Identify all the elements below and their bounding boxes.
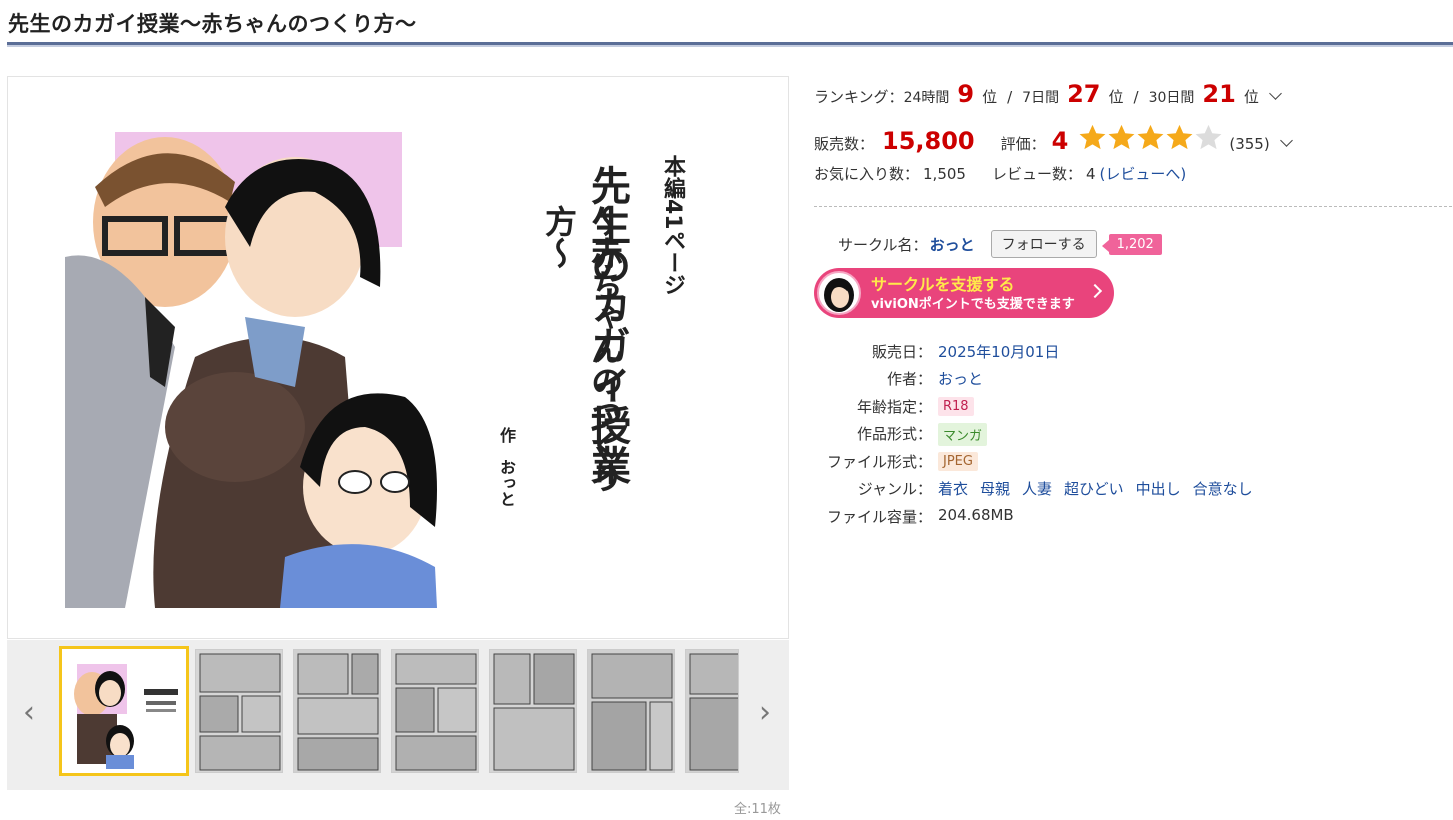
release-date-link[interactable]: 2025年10月01日 [938,341,1059,362]
follow-button[interactable]: フォローする [990,230,1097,258]
sales-label: 販売数： [814,135,875,153]
spec-label: 年齢指定： [856,398,932,416]
genre-list: 着衣 母親 人妻 超ひどい 中出し 合意なし [938,478,1265,499]
thumbnail-page[interactable] [195,649,283,773]
circle-label: サークル名： [838,235,928,254]
ranking-label: ランキング： [814,88,904,106]
star-filled-icon [1108,124,1135,150]
favorites-reviews-row: お気に入り数： 1,505 レビュー数： 4 ( レビューへ ) [814,163,1186,184]
spec-label: ファイル形式： [826,453,932,471]
work-format-tag[interactable]: マンガ [938,423,988,446]
chevron-right-icon [1087,283,1103,299]
chevron-right-icon[interactable]: › [753,698,777,728]
spec-age-rating: 年齢指定： R18 [800,396,1440,420]
cover-subtitle: 〜赤ちゃんのつくり方〜 [540,205,624,493]
star-filled-icon [1079,124,1106,150]
spec-file-size: ファイル容量： 204.68MB [800,506,1440,530]
thumbnail-page[interactable] [293,649,381,773]
spec-label: ファイル容量： [826,508,932,526]
sales-value: 15,800 [882,127,975,155]
ranking-30d-unit: 位 [1243,88,1259,106]
spec-label: ジャンル： [857,480,932,498]
ranking-7d-value: 27 [1067,80,1101,108]
genre-link[interactable]: 人妻 [1022,480,1052,498]
spec-label: 販売日： [871,343,932,361]
spec-work-format: 作品形式： マンガ [800,423,1440,447]
chevron-down-icon[interactable] [1279,134,1293,147]
favorites-label: お気に入り数： [814,165,920,183]
spec-file-format: ファイル形式： JPEG [800,451,1440,475]
support-title: サークルを支援する [871,275,1015,294]
star-empty-icon [1195,124,1222,150]
support-circle-button[interactable]: サークルを支援する viviONポイントでも支援できます [814,268,1114,318]
ranking-separator: / [1133,88,1139,106]
chevron-down-icon[interactable] [1268,87,1282,100]
manga-page-image [392,650,478,772]
spec-author: 作者： おっと [800,368,1440,392]
cover-page-count: 本編41ページ [660,155,685,296]
thumbnail-carousel: ‹ › [7,640,789,790]
genre-link[interactable]: 母親 [980,480,1010,498]
ranking-30d-label: 30日間 [1148,90,1195,106]
spec-label: 作者： [886,370,932,388]
circle-avatar [817,271,861,315]
file-size-value: 204.68MB [938,506,1014,524]
chevron-left-icon[interactable]: ‹ [17,698,41,728]
sales-rating-row: 販売数： 15,800 評価： 4 (355) [814,120,1293,155]
ranking-24h-unit: 位 [982,88,998,106]
author-link[interactable]: おっと [938,368,983,389]
cover-author: 作 おっと [497,427,516,507]
thumbnail-cover[interactable] [59,646,189,776]
cover-illustration [65,132,437,608]
ranking-row: ランキング： 24時間 9 位 / 7日間 27 位 / 30日間 21 位 [814,80,1282,108]
ranking-24h-label: 24時間 [903,90,950,106]
circle-name-link[interactable]: おっと [930,234,975,255]
support-subtitle: viviONポイントでも支援できます [871,297,1075,312]
reviews-link[interactable]: レビューへ [1105,163,1180,184]
genre-link[interactable]: 中出し [1136,480,1181,498]
manga-page-image [686,650,738,772]
follow-count-badge: 1,202 [1101,233,1162,255]
title-divider [7,42,1453,47]
page-title: 先生のカガイ授業〜赤ちゃんのつくり方〜 [8,12,417,36]
main-product-image[interactable]: 本編41ページ 先生のカガイ授業 〜赤ちゃんのつくり方〜 作 おっと [7,76,789,639]
spec-release-date: 販売日： 2025年10月01日 [800,341,1440,365]
star-filled-icon [1137,124,1164,150]
rating-count[interactable]: (355) [1229,135,1269,153]
spec-label: 作品形式： [856,425,932,443]
ranking-7d-unit: 位 [1108,88,1124,106]
genre-link[interactable]: 超ひどい [1064,480,1124,498]
reviews-value: 4 [1085,165,1096,183]
manga-page-image [196,650,282,772]
thumbnail-page[interactable] [587,649,675,773]
genre-link[interactable]: 着衣 [938,480,968,498]
rating-label: 評価： [1000,135,1046,153]
favorites-value: 1,505 [923,165,966,183]
thumbnail-page[interactable] [685,649,739,773]
spec-genre: ジャンル： 着衣 母親 人妻 超ひどい 中出し 合意なし [800,478,1440,502]
reviews-label: レビュー数： [991,165,1082,183]
thumbnail-cover-image [74,664,178,769]
circle-row: サークル名： おっと フォローする 1,202 [838,230,1162,258]
reviews-link-close: ) [1180,165,1187,183]
manga-page-image [294,650,380,772]
cover-title-text: 本編41ページ 先生のカガイ授業 〜赤ちゃんのつくり方〜 作 おっと [478,155,718,535]
age-rating-tag[interactable]: R18 [938,397,974,416]
thumbnail-page[interactable] [391,649,479,773]
ranking-separator: / [1007,88,1013,106]
thumbnail-page[interactable] [489,649,577,773]
star-filled-icon [1166,124,1193,150]
ranking-30d-value: 21 [1202,80,1236,108]
ranking-7d-label: 7日間 [1022,90,1060,106]
file-format-tag[interactable]: JPEG [938,452,978,471]
manga-page-image [490,650,576,772]
rating-value: 4 [1051,127,1069,155]
rating-stars [1078,123,1223,152]
manga-page-image [588,650,674,772]
ranking-24h-value: 9 [957,80,975,108]
image-count: 全:11枚 [734,802,781,817]
genre-link[interactable]: 合意なし [1193,480,1253,498]
section-divider [814,206,1452,207]
